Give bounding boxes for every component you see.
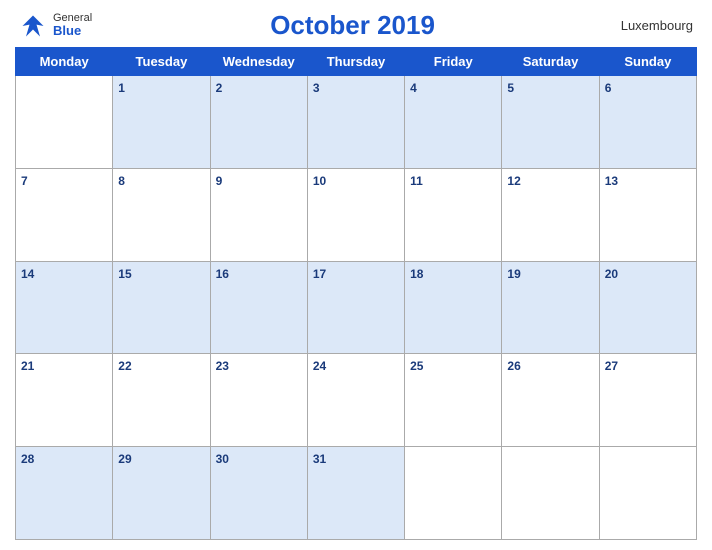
day-number: 3: [313, 81, 320, 95]
day-number: 23: [216, 359, 229, 373]
table-row: [502, 447, 599, 540]
day-number: 4: [410, 81, 417, 95]
day-number: 9: [216, 174, 223, 188]
day-number: 7: [21, 174, 28, 188]
table-row: 29: [113, 447, 210, 540]
table-row: 6: [599, 76, 696, 169]
table-row: [405, 447, 502, 540]
calendar-week-row: 14 15 16 17 18 19 20: [16, 261, 697, 354]
day-number: 31: [313, 452, 326, 466]
logo-text: General Blue: [53, 12, 92, 38]
day-number: 25: [410, 359, 423, 373]
day-number: 2: [216, 81, 223, 95]
day-number: 26: [507, 359, 520, 373]
table-row: 12: [502, 168, 599, 261]
col-saturday: Saturday: [502, 48, 599, 76]
day-number: 18: [410, 267, 423, 281]
weekday-header-row: Monday Tuesday Wednesday Thursday Friday…: [16, 48, 697, 76]
day-number: 24: [313, 359, 326, 373]
table-row: 23: [210, 354, 307, 447]
table-row: 1: [113, 76, 210, 169]
calendar-week-row: 21 22 23 24 25 26 27: [16, 354, 697, 447]
day-number: 6: [605, 81, 612, 95]
logo-bird-icon: [19, 12, 47, 40]
day-number: 10: [313, 174, 326, 188]
table-row: 7: [16, 168, 113, 261]
day-number: 11: [410, 174, 423, 188]
calendar-week-row: 1 2 3 4 5 6: [16, 76, 697, 169]
table-row: 10: [307, 168, 404, 261]
logo: General Blue: [19, 12, 92, 40]
col-sunday: Sunday: [599, 48, 696, 76]
table-row: 14: [16, 261, 113, 354]
day-number: 17: [313, 267, 326, 281]
table-row: 5: [502, 76, 599, 169]
day-number: 30: [216, 452, 229, 466]
table-row: [16, 76, 113, 169]
calendar-week-row: 7 8 9 10 11 12 13: [16, 168, 697, 261]
calendar-table: Monday Tuesday Wednesday Thursday Friday…: [15, 47, 697, 540]
table-row: 20: [599, 261, 696, 354]
table-row: 8: [113, 168, 210, 261]
day-number: 8: [118, 174, 125, 188]
table-row: 31: [307, 447, 404, 540]
table-row: 22: [113, 354, 210, 447]
logo-blue: Blue: [53, 24, 92, 38]
calendar-header: General Blue October 2019 Luxembourg: [15, 10, 697, 41]
col-thursday: Thursday: [307, 48, 404, 76]
calendar-week-row: 28 29 30 31: [16, 447, 697, 540]
day-number: 19: [507, 267, 520, 281]
table-row: 26: [502, 354, 599, 447]
day-number: 5: [507, 81, 514, 95]
table-row: 9: [210, 168, 307, 261]
day-number: 22: [118, 359, 131, 373]
table-row: 25: [405, 354, 502, 447]
col-tuesday: Tuesday: [113, 48, 210, 76]
table-row: 2: [210, 76, 307, 169]
table-row: 18: [405, 261, 502, 354]
table-row: [599, 447, 696, 540]
col-wednesday: Wednesday: [210, 48, 307, 76]
col-friday: Friday: [405, 48, 502, 76]
table-row: 24: [307, 354, 404, 447]
table-row: 16: [210, 261, 307, 354]
day-number: 14: [21, 267, 34, 281]
country-label: Luxembourg: [613, 18, 693, 33]
table-row: 21: [16, 354, 113, 447]
day-number: 13: [605, 174, 618, 188]
table-row: 17: [307, 261, 404, 354]
table-row: 11: [405, 168, 502, 261]
table-row: 19: [502, 261, 599, 354]
day-number: 28: [21, 452, 34, 466]
table-row: 13: [599, 168, 696, 261]
day-number: 16: [216, 267, 229, 281]
table-row: 28: [16, 447, 113, 540]
table-row: 4: [405, 76, 502, 169]
table-row: 27: [599, 354, 696, 447]
day-number: 12: [507, 174, 520, 188]
day-number: 27: [605, 359, 618, 373]
day-number: 15: [118, 267, 131, 281]
day-number: 29: [118, 452, 131, 466]
table-row: 3: [307, 76, 404, 169]
day-number: 20: [605, 267, 618, 281]
calendar-title: October 2019: [92, 10, 613, 41]
col-monday: Monday: [16, 48, 113, 76]
day-number: 1: [118, 81, 125, 95]
table-row: 15: [113, 261, 210, 354]
day-number: 21: [21, 359, 34, 373]
table-row: 30: [210, 447, 307, 540]
